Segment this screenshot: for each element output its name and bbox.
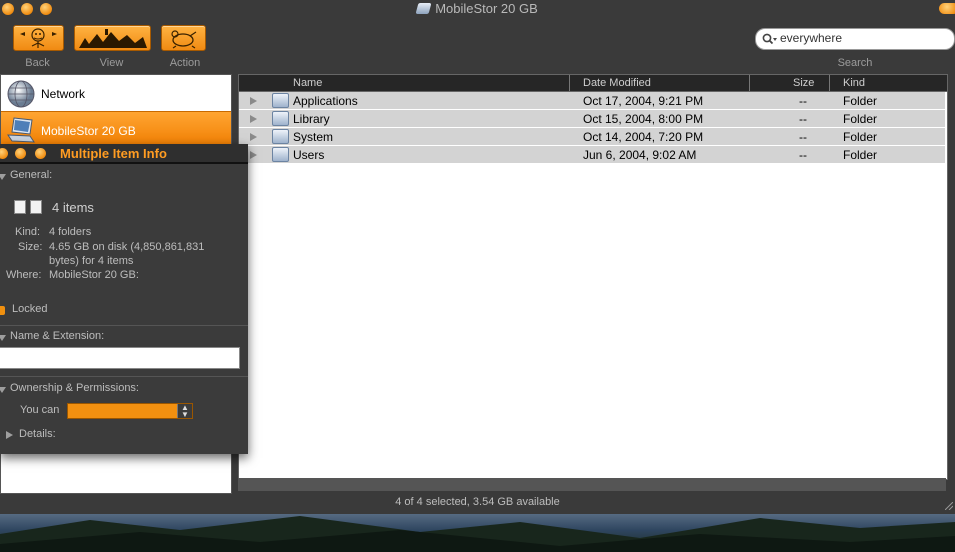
divider [0,325,248,326]
column-header-date[interactable]: Date Modified [583,77,651,89]
permissions-popup[interactable]: ▲ ▼ [67,403,193,419]
multiple-item-info-panel: Multiple Item Info General: 4 items Kind… [0,144,248,454]
title-bar[interactable]: MobileStor 20 GB [0,0,955,18]
file-list: Name Date Modified Size Kind Application… [238,74,948,480]
disclosure-triangle-icon[interactable] [250,151,257,159]
file-kind: Folder [843,130,878,144]
disclosure-triangle-icon[interactable] [250,133,257,141]
folder-icon [272,93,289,108]
info-close-button[interactable] [0,148,8,159]
view-icon [79,29,147,48]
file-date: Oct 17, 2004, 9:21 PM [583,94,704,108]
kind-value: 4 folders [49,226,92,238]
kind-key: Kind: [15,226,41,238]
size-value-line1: 4.65 GB on disk (4,850,861,831 [49,241,205,253]
search-icon [762,33,777,45]
column-header-size[interactable]: Size [793,77,814,89]
divider [0,376,248,377]
folder-icon [272,147,289,162]
size-value-line2: bytes) for 4 items [49,255,134,267]
table-row[interactable]: System Oct 14, 2004, 7:20 PM -- Folder [239,128,945,146]
item-count: 4 items [52,200,94,215]
name-extension-field[interactable] [0,347,240,369]
window-title: MobileStor 20 GB [0,1,955,16]
network-globe-icon [7,80,35,108]
file-kind: Folder [843,94,878,108]
document-icon [14,200,26,214]
column-divider[interactable] [749,75,750,91]
info-title-bar[interactable]: Multiple Item Info [0,144,248,164]
folder-icon [272,111,289,126]
sidebar-item-label: Network [41,87,86,101]
table-row[interactable]: Users Jun 6, 2004, 9:02 AM -- Folder [239,146,945,164]
file-name: Applications [293,94,358,108]
locked-checkbox[interactable] [0,306,5,315]
resize-grip-icon[interactable] [945,502,953,510]
sidebar-item-mobilestor[interactable]: MobileStor 20 GB [1,111,231,148]
document-icon [30,200,42,214]
action-button[interactable] [161,25,206,51]
back-button[interactable] [13,25,64,51]
action-label: Action [169,57,201,69]
details-disclosure-icon[interactable] [6,431,13,439]
window-title-text: MobileStor 20 GB [435,1,538,16]
disclosure-triangle-icon[interactable] [250,115,257,123]
ownership-section-label[interactable]: Ownership & Permissions: [10,382,139,394]
column-header-bar: Name Date Modified Size Kind [239,75,947,92]
name-extension-section-label[interactable]: Name & Extension: [10,330,104,342]
info-zoom-button[interactable] [35,148,46,159]
info-title: Multiple Item Info [60,146,167,161]
column-header-name[interactable]: Name [293,77,322,89]
file-size: -- [799,148,807,162]
column-header-kind[interactable]: Kind [843,77,865,89]
horizontal-scrollbar[interactable] [238,478,946,491]
popup-arrows-icon: ▲ ▼ [177,404,192,419]
search-label: Search [837,57,873,69]
locked-label: Locked [12,303,48,315]
file-kind: Folder [843,148,878,162]
sidebar-item-network[interactable]: Network [1,75,231,111]
general-disclosure-icon[interactable] [0,174,6,180]
you-can-label: You can [20,404,60,416]
file-date: Jun 6, 2004, 9:02 AM [583,148,697,162]
status-bar: 4 of 4 selected, 3.54 GB available [0,494,955,512]
where-key: Where: [6,269,42,281]
search-field[interactable] [755,28,955,50]
ownership-disclosure-icon[interactable] [0,387,6,393]
file-size: -- [799,112,807,126]
view-label: View [99,57,124,69]
view-button[interactable] [74,25,151,51]
file-name: Users [293,148,325,162]
file-date: Oct 15, 2004, 8:00 PM [583,112,704,126]
file-name: System [293,130,334,144]
back-icon [20,28,57,48]
laptop-disk-icon [7,117,35,143]
table-row[interactable]: Library Oct 15, 2004, 8:00 PM -- Folder [239,110,945,128]
folder-icon [272,129,289,144]
toolbar-toggle-button[interactable] [939,3,955,14]
disk-icon [415,3,432,14]
back-label: Back [25,57,50,69]
search-input[interactable] [780,30,948,46]
general-section-label[interactable]: General: [10,169,52,181]
disclosure-triangle-icon[interactable] [250,97,257,105]
action-icon [171,30,197,49]
column-divider[interactable] [829,75,830,91]
info-minimize-button[interactable] [15,148,26,159]
file-kind: Folder [843,112,878,126]
name-extension-disclosure-icon[interactable] [0,335,6,341]
details-section-label[interactable]: Details: [19,428,56,440]
table-row[interactable]: Applications Oct 17, 2004, 9:21 PM -- Fo… [239,92,945,110]
desktop-wallpaper [0,512,955,552]
size-key: Size: [18,241,43,253]
file-name: Library [293,112,330,126]
file-size: -- [799,130,807,144]
column-divider[interactable] [569,75,570,91]
sidebar-item-label: MobileStor 20 GB [41,124,136,138]
file-size: -- [799,94,807,108]
status-text: 4 of 4 selected, 3.54 GB available [395,496,560,508]
file-date: Oct 14, 2004, 7:20 PM [583,130,704,144]
finder-window: MobileStor 20 GB Back View Action everyw… [0,0,955,514]
where-value: MobileStor 20 GB: [49,269,139,281]
